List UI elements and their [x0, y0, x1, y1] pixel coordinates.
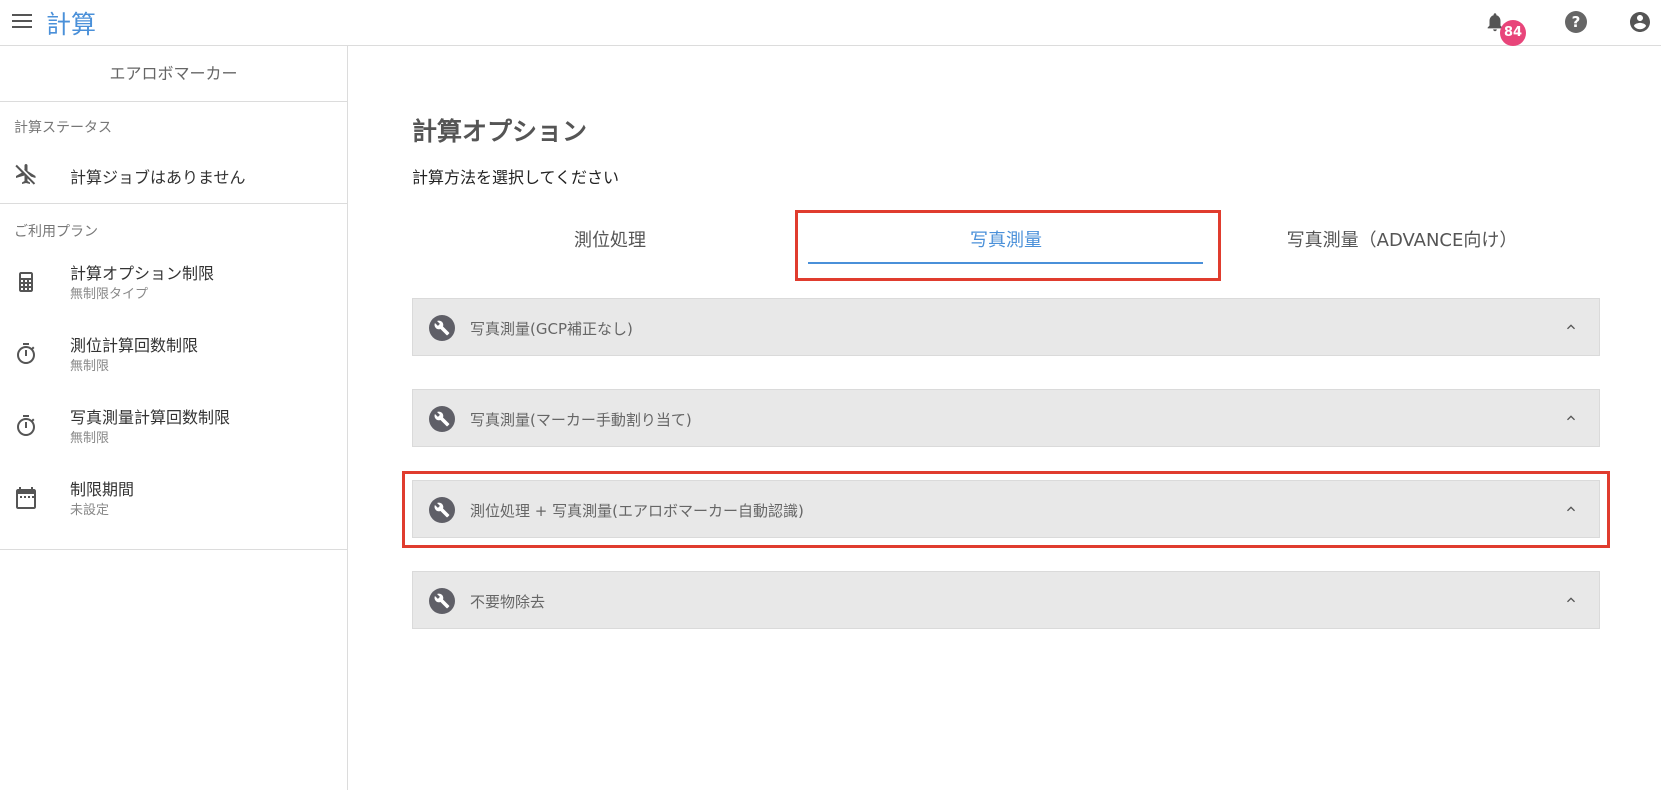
sidebar-item-status: 計算ジョブはありません [0, 146, 347, 206]
tab-photogrammetry[interactable]: 写真測量 [808, 226, 1204, 256]
chevron-up-icon [1567, 324, 1575, 330]
airplane-off-icon [15, 164, 36, 185]
status-text: 計算ジョブはありません [70, 168, 246, 187]
menu-icon[interactable] [12, 12, 32, 30]
panel-photogrammetry-no-gcp[interactable]: 写真測量(GCP補正なし) [412, 298, 1600, 356]
calendar-icon [16, 487, 36, 509]
section-subtitle: 計算方法を選択してください [412, 168, 620, 187]
sidebar-divider [0, 549, 347, 550]
panel-positioning-photogrammetry-auto[interactable]: 測位処理 + 写真測量(エアロボマーカー自動認識) [412, 480, 1600, 538]
sidebar-item-limit-period[interactable]: 制限期間 未設定 [0, 470, 347, 530]
notification-badge: 84 [1500, 20, 1526, 46]
calculator-icon [19, 272, 33, 292]
plan-item-label: 計算オプション制限 [70, 264, 215, 283]
panel-unwanted-object-removal[interactable]: 不要物除去 [412, 571, 1600, 629]
status-section-label: 計算ステータス [14, 120, 112, 136]
wrench-icon [429, 406, 455, 432]
plan-item-value: 無制限タイプ [70, 287, 149, 302]
plan-item-value: 未設定 [70, 503, 110, 518]
sidebar-item-calc-option-limit[interactable]: 計算オプション制限 無制限タイプ [0, 254, 347, 314]
chevron-up-icon [1567, 415, 1575, 421]
plan-item-value: 無制限 [70, 359, 110, 374]
chevron-up-icon [1567, 597, 1575, 603]
account-circle-icon[interactable] [1628, 10, 1652, 34]
panel-label: 写真測量(マーカー手動割り当て) [470, 411, 692, 429]
sidebar: エアロボマーカー 計算ステータス 計算ジョブはありません ご利用プラン 計算オプ… [0, 46, 348, 790]
sidebar-item-photogrammetry-limit[interactable]: 写真測量計算回数制限 無制限 [0, 398, 347, 458]
top-app-bar: 計算 84 ? [0, 0, 1661, 46]
plan-item-label: 測位計算回数制限 [70, 336, 199, 355]
active-tab-indicator [808, 262, 1203, 264]
plan-section-label: ご利用プラン [14, 224, 98, 240]
timer-icon [17, 415, 35, 436]
sidebar-divider [0, 203, 347, 204]
panel-label: 測位処理 + 写真測量(エアロボマーカー自動認識) [470, 502, 804, 520]
plan-item-value: 無制限 [70, 431, 110, 446]
sidebar-header: エアロボマーカー [0, 46, 347, 102]
plan-item-label: 制限期間 [70, 480, 135, 499]
panel-label: 不要物除去 [470, 593, 546, 611]
sidebar-item-positioning-limit[interactable]: 測位計算回数制限 無制限 [0, 326, 347, 386]
help-icon[interactable]: ? [1565, 11, 1587, 33]
timer-icon [17, 343, 35, 364]
panel-photogrammetry-manual-marker[interactable]: 写真測量(マーカー手動割り当て) [412, 389, 1600, 447]
panel-label: 写真測量(GCP補正なし) [470, 320, 633, 338]
page-title: 計算 [46, 10, 97, 39]
tab-photogrammetry-advance[interactable]: 写真測量（ADVANCE向け） [1204, 226, 1600, 256]
wrench-icon [429, 497, 455, 523]
wrench-icon [429, 588, 455, 614]
tab-positioning[interactable]: 測位処理 [412, 226, 808, 256]
plan-item-label: 写真測量計算回数制限 [70, 408, 231, 427]
wrench-icon [429, 315, 455, 341]
section-title: 計算オプション [412, 117, 588, 146]
chevron-up-icon [1567, 506, 1575, 512]
